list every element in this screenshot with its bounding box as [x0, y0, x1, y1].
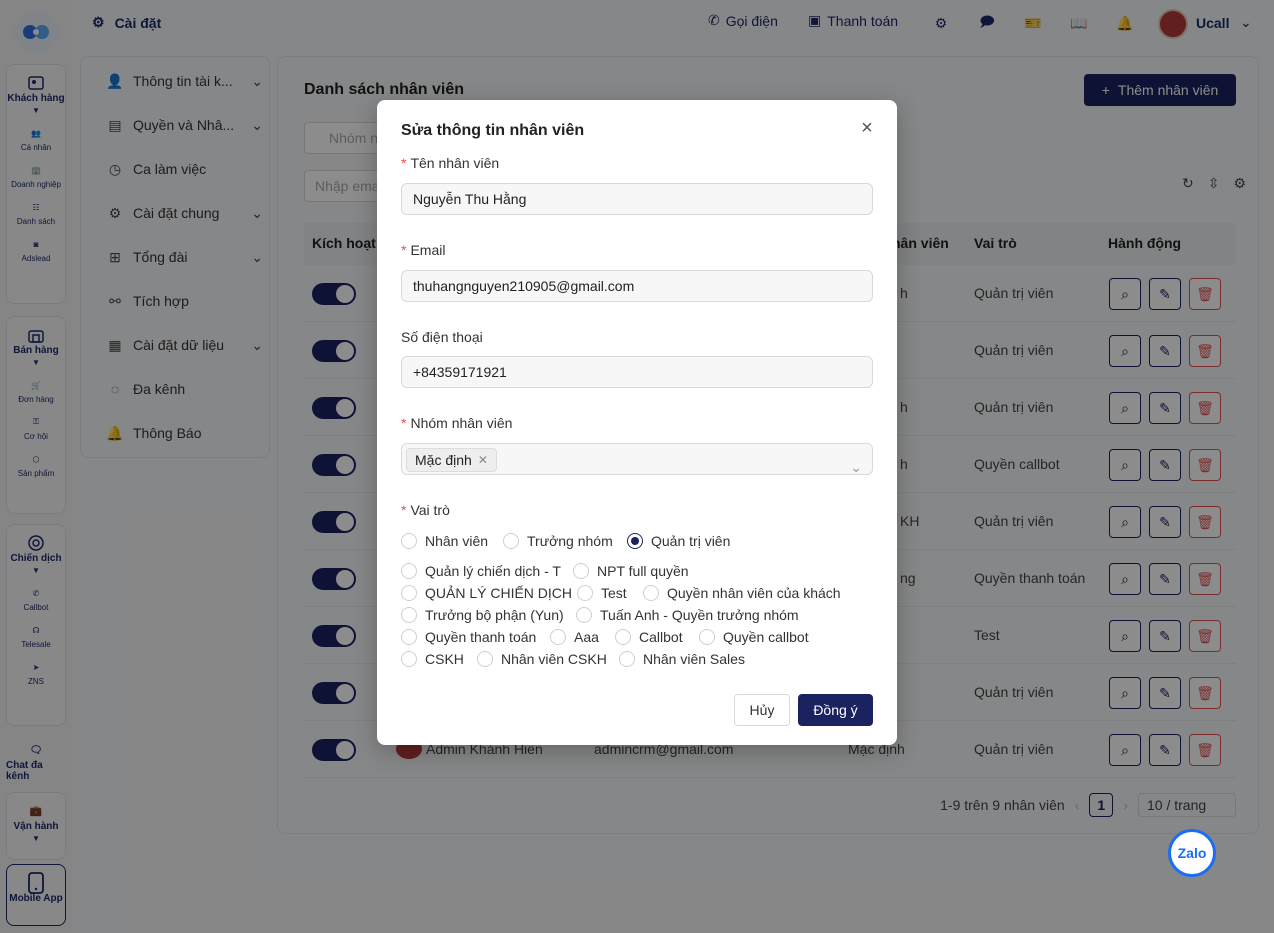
- radio-icon: [576, 607, 592, 623]
- role-option[interactable]: Quyền callbot: [699, 629, 809, 645]
- role-option-label: Quyền callbot: [723, 629, 809, 645]
- required-mark: *: [401, 502, 407, 518]
- phone-label: Số điện thoại: [401, 329, 483, 345]
- role-option[interactable]: Quản trị viên: [627, 533, 730, 549]
- radio-icon: [401, 563, 417, 579]
- role-option[interactable]: Test: [577, 585, 627, 601]
- role-option-label: Tuấn Anh - Quyền trưởng nhóm: [600, 607, 799, 623]
- group-tag-label: Mặc định: [415, 452, 472, 468]
- radio-icon: [401, 533, 417, 549]
- name-label-text: Tên nhân viên: [410, 155, 500, 171]
- group-label: * Nhóm nhân viên: [401, 415, 512, 431]
- close-icon[interactable]: ×: [857, 118, 877, 138]
- role-option-label: NPT full quyền: [597, 563, 689, 579]
- modal-title: Sửa thông tin nhân viên: [401, 122, 585, 139]
- required-mark: *: [401, 415, 407, 431]
- role-label: * Vai trò: [401, 502, 450, 518]
- role-option[interactable]: Nhân viên CSKH: [477, 651, 607, 667]
- role-option[interactable]: QUẢN LÝ CHIẾN DỊCH: [401, 585, 572, 601]
- role-option[interactable]: CSKH: [401, 651, 464, 667]
- role-option[interactable]: Trưởng nhóm: [503, 533, 613, 549]
- edit-employee-modal: Sửa thông tin nhân viên × * Tên nhân viên…: [377, 100, 897, 745]
- close-icon[interactable]: ✕: [478, 449, 488, 471]
- required-mark: *: [401, 242, 407, 258]
- phone-field[interactable]: +84359171921: [401, 356, 873, 388]
- role-option-label: Nhân viên CSKH: [501, 651, 607, 667]
- phone-value: +84359171921: [413, 364, 507, 380]
- role-option[interactable]: Quyền thanh toán: [401, 629, 536, 645]
- radio-icon: [573, 563, 589, 579]
- role-option-label: Test: [601, 585, 627, 601]
- role-option-label: Aaa: [574, 629, 599, 645]
- email-label-text: Email: [410, 242, 446, 258]
- radio-icon: [615, 629, 631, 645]
- role-option[interactable]: Tuấn Anh - Quyền trưởng nhóm: [576, 607, 799, 623]
- role-option-label: Nhân viên: [425, 533, 489, 549]
- cancel-button[interactable]: Hủy: [734, 694, 790, 726]
- role-option-label: Callbot: [639, 629, 683, 645]
- radio-icon: [577, 585, 593, 601]
- radio-icon: [401, 585, 417, 601]
- role-label-text: Vai trò: [410, 502, 450, 518]
- role-option[interactable]: Quản lý chiến dịch - T: [401, 563, 561, 579]
- radio-icon: [401, 651, 417, 667]
- role-option[interactable]: Nhân viên Sales: [619, 651, 745, 667]
- role-option-label: Quyền nhân viên của khách: [667, 585, 841, 601]
- role-option-label: Quyền thanh toán: [425, 629, 537, 645]
- radio-icon: [643, 585, 659, 601]
- radio-icon: [619, 651, 635, 667]
- role-option[interactable]: Nhân viên: [401, 533, 488, 549]
- role-option-label: Quản trị viên: [651, 533, 731, 549]
- name-value: Nguyễn Thu Hằng: [413, 191, 527, 207]
- email-label: * Email: [401, 242, 445, 258]
- role-option-label: Nhân viên Sales: [643, 651, 745, 667]
- role-option-label: Trưởng bộ phận (Yun): [425, 607, 564, 623]
- phone-label-text: Số điện thoại: [401, 329, 483, 345]
- group-label-text: Nhóm nhân viên: [410, 415, 513, 431]
- email-value: thuhangnguyen210905@gmail.com: [413, 278, 635, 294]
- zalo-label: Zalo: [1177, 845, 1207, 861]
- group-select[interactable]: Mặc định ✕ ⌄: [401, 443, 873, 475]
- role-option[interactable]: Trưởng bộ phận (Yun): [401, 607, 564, 623]
- name-label: * Tên nhân viên: [401, 155, 499, 171]
- radio-icon: [401, 607, 417, 623]
- radio-checked-icon: [627, 533, 643, 549]
- role-option[interactable]: Aaa: [550, 629, 599, 645]
- email-field[interactable]: thuhangnguyen210905@gmail.com: [401, 270, 873, 302]
- zalo-chat-button[interactable]: Zalo: [1168, 829, 1216, 877]
- role-option-label: CSKH: [425, 651, 464, 667]
- confirm-button[interactable]: Đồng ý: [798, 694, 873, 726]
- role-option[interactable]: NPT full quyền: [573, 563, 689, 579]
- role-option-label: QUẢN LÝ CHIẾN DỊCH: [425, 585, 573, 601]
- role-option-label: Trưởng nhóm: [527, 533, 613, 549]
- radio-icon: [550, 629, 566, 645]
- radio-icon: [503, 533, 519, 549]
- chevron-down-icon: ⌄: [850, 459, 862, 475]
- required-mark: *: [401, 155, 407, 171]
- name-field[interactable]: Nguyễn Thu Hằng: [401, 183, 873, 215]
- radio-icon: [401, 629, 417, 645]
- group-tag: Mặc định ✕: [406, 448, 497, 472]
- role-option[interactable]: Callbot: [615, 629, 683, 645]
- role-option[interactable]: Quyền nhân viên của khách: [643, 585, 841, 601]
- radio-icon: [699, 629, 715, 645]
- role-option-label: Quản lý chiến dịch - T: [425, 563, 561, 579]
- radio-icon: [477, 651, 493, 667]
